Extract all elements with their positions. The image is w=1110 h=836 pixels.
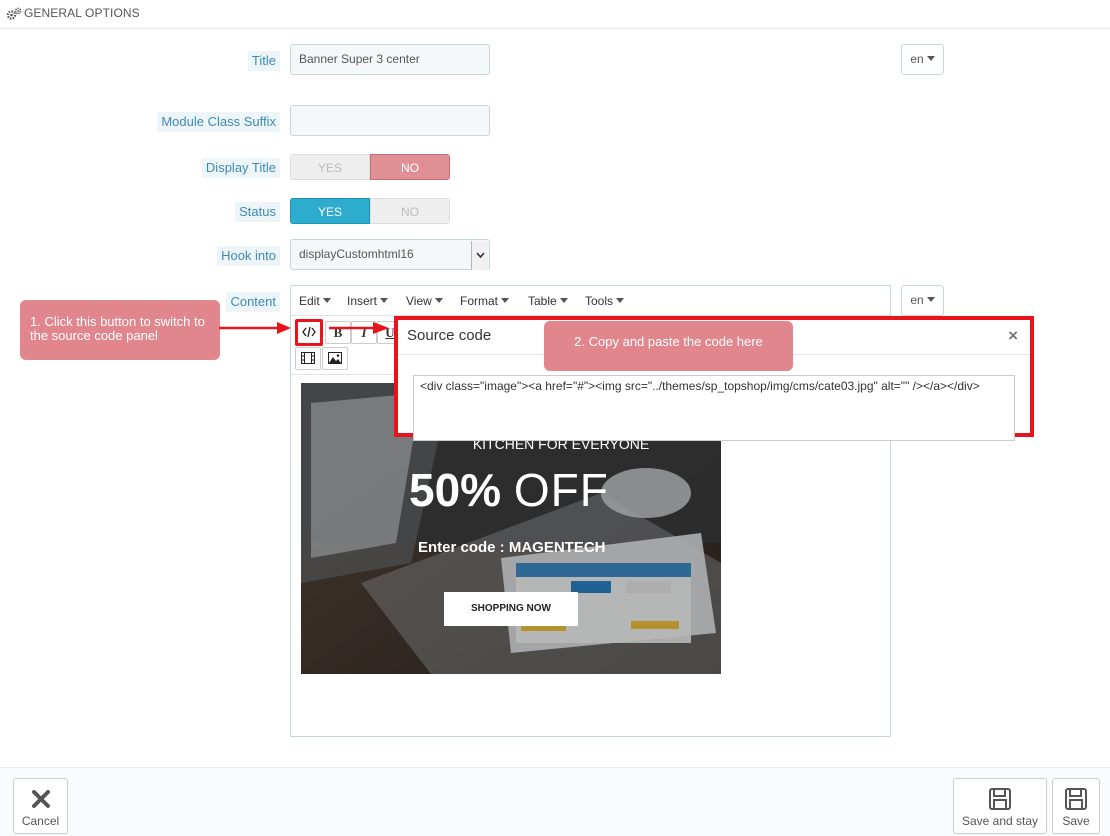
image-icon <box>328 352 342 364</box>
save-button[interactable]: Save <box>1052 778 1100 834</box>
caret-down-icon <box>559 298 568 303</box>
close-icon <box>31 790 50 808</box>
save-label: Save <box>1062 814 1090 828</box>
status-no[interactable]: NO <box>370 198 450 224</box>
source-code-textarea[interactable]: <div class="image"><a href="#"><img src=… <box>413 375 1015 441</box>
title-lang-dropdown[interactable]: en <box>901 44 944 75</box>
cancel-label: Cancel <box>21 814 60 828</box>
title-input[interactable]: Banner Super 3 center <box>290 44 490 75</box>
menu-format[interactable]: Format <box>460 294 510 308</box>
content-lang-label: en <box>910 293 924 307</box>
save-icon <box>989 788 1011 810</box>
menu-insert[interactable]: Insert <box>347 294 389 308</box>
panel-footer: Cancel Save and stay Save <box>0 767 1110 836</box>
dialog-title: Source code <box>407 327 492 344</box>
display-title-no[interactable]: NO <box>370 154 450 180</box>
title-label: Title <box>247 51 280 71</box>
status-label: Status <box>235 202 280 222</box>
suffix-label: Module Class Suffix <box>157 112 280 132</box>
save-and-stay-label: Save and stay <box>961 814 1039 828</box>
display-title-yes[interactable]: YES <box>290 154 370 180</box>
content-lang-dropdown[interactable]: en <box>901 285 944 316</box>
panel-title: GENERAL OPTIONS <box>24 6 140 20</box>
caret-down-icon <box>926 56 935 61</box>
hook-label: Hook into <box>217 246 280 266</box>
caret-down-icon <box>926 297 935 302</box>
select-arrow-icon <box>471 241 488 270</box>
caret-down-icon <box>616 298 625 303</box>
close-icon[interactable]: × <box>1008 327 1018 344</box>
media-button[interactable] <box>295 347 321 370</box>
banner-cta-button[interactable]: SHOPPING NOW <box>444 592 578 626</box>
status-yes[interactable]: YES <box>290 198 370 224</box>
caret-down-icon <box>501 298 510 303</box>
menu-tools[interactable]: Tools <box>585 294 625 308</box>
film-icon <box>301 352 315 364</box>
image-button[interactable] <box>322 347 348 370</box>
editor-menubar: Edit Insert View Format Table Tools <box>291 286 890 316</box>
callout-step-2: 2. Copy and paste the code here <box>544 321 793 371</box>
save-and-stay-button[interactable]: Save and stay <box>953 778 1047 834</box>
display-title-toggle: YES NO <box>290 154 450 180</box>
panel-heading: GENERAL OPTIONS <box>0 0 1110 29</box>
display-title-label: Display Title <box>201 158 280 178</box>
hook-select[interactable]: displayCustomhtml16 <box>290 239 490 270</box>
save-icon <box>1065 788 1087 810</box>
menu-view[interactable]: View <box>406 294 443 308</box>
banner-discount: 50% OFF <box>409 464 609 516</box>
caret-down-icon <box>322 298 331 303</box>
suffix-input[interactable] <box>290 105 490 136</box>
caret-down-icon <box>434 298 443 303</box>
cancel-button[interactable]: Cancel <box>13 778 68 834</box>
caret-down-icon <box>380 298 389 303</box>
callout-step-1: 1. Click this button to switch to the so… <box>20 300 220 360</box>
hook-select-value: displayCustomhtml16 <box>299 247 414 261</box>
status-toggle: YES NO <box>290 198 450 224</box>
arrow-right-icon <box>219 322 389 334</box>
cogs-icon <box>6 7 22 20</box>
content-label: Content <box>226 292 280 312</box>
lang-label: en <box>910 52 924 66</box>
menu-table[interactable]: Table <box>528 294 568 308</box>
banner-code: Enter code : MAGENTECH <box>418 539 606 556</box>
menu-edit[interactable]: Edit <box>299 294 331 308</box>
